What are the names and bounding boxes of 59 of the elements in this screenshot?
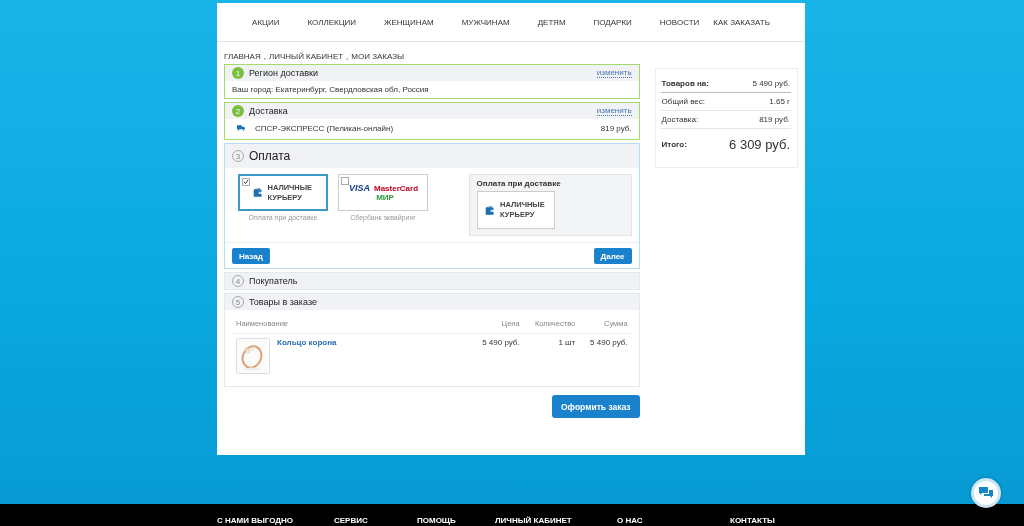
- breadcrumb-link[interactable]: ГЛАВНАЯ: [224, 51, 261, 61]
- summary-label: Доставка:: [661, 115, 699, 124]
- wallet-icon: [252, 188, 263, 197]
- nav-link[interactable]: ЖЕНЩИНАМ: [384, 17, 434, 27]
- footer-link[interactable]: С НАМИ ВЫГОДНО: [217, 516, 334, 525]
- nav-link[interactable]: ДЕТЯМ: [537, 17, 566, 27]
- product-link[interactable]: Кольцо корона: [277, 338, 337, 374]
- chat-icon: [979, 487, 993, 499]
- table-cell: 1 шт: [558, 338, 576, 347]
- footer-link[interactable]: КОНТАКТЫ: [730, 516, 775, 525]
- nav-link[interactable]: ПОДАРКИ: [593, 17, 632, 27]
- delivery-service: СПСР-ЭКСПРЕСС (Пеликан-онлайн): [255, 123, 395, 133]
- footer-link[interactable]: СЕРВИС: [334, 516, 417, 525]
- summary-value: 5 490 руб.: [752, 79, 790, 88]
- nav-link[interactable]: КОЛЛЕКЦИИ: [307, 17, 357, 27]
- total-value: 6 309 руб.: [729, 136, 790, 152]
- summary-value: 819 руб.: [759, 115, 790, 124]
- chat-button[interactable]: [971, 478, 1001, 508]
- checkbox[interactable]: [341, 177, 349, 185]
- city-text: Ваш город: Екатеринбург, Свердловская обл, Россия: [232, 84, 429, 94]
- step-title: Регион доставки: [249, 68, 319, 78]
- table-cell: 5 490 руб.: [482, 338, 520, 347]
- breadcrumb-separator: ,: [263, 51, 266, 61]
- back-button[interactable]: Назад: [232, 248, 270, 264]
- step-title: Доставка: [249, 106, 289, 116]
- truck-icon: [237, 125, 245, 131]
- change-link[interactable]: изменить: [596, 106, 632, 116]
- footer-link[interactable]: О НАС: [617, 516, 730, 525]
- panel-title: Оплата при доставке: [476, 179, 561, 188]
- summary-label: Товаров на:: [661, 79, 709, 88]
- mir-logo: МИР: [376, 193, 394, 202]
- step-title: Оплата: [249, 149, 292, 163]
- summary-value: 1.65 г: [769, 97, 790, 106]
- summary-label: Общий вес:: [661, 97, 705, 106]
- total-label: Итого:: [661, 139, 687, 149]
- payment-option[interactable]: VISA MasterCard МИР: [338, 174, 428, 211]
- mastercard-logo: MasterCard: [373, 183, 419, 193]
- place-order-button[interactable]: Оформить заказ: [551, 395, 640, 418]
- product-thumbnail[interactable]: [236, 338, 270, 374]
- step-title: Товары в заказе: [249, 297, 318, 307]
- nav-link[interactable]: МУЖЧИНАМ: [461, 17, 510, 27]
- table-cell: 5 490 руб.: [590, 338, 628, 347]
- step-number-icon: 1: [232, 67, 244, 79]
- wallet-icon: [485, 205, 496, 215]
- nav-link[interactable]: НОВОСТИ: [659, 17, 700, 27]
- step-number-icon: 2: [232, 105, 244, 117]
- breadcrumb-link[interactable]: ЛИЧНЫЙ КАБИНЕТ: [268, 51, 344, 61]
- footer-link[interactable]: ЛИЧНЫЙ КАБИНЕТ: [495, 516, 617, 525]
- nav-link[interactable]: АКЦИИ: [252, 17, 280, 27]
- visa-logo: VISA: [349, 183, 370, 193]
- change-link[interactable]: изменить: [596, 68, 632, 78]
- breadcrumb-link[interactable]: МОИ ЗАКАЗЫ: [351, 51, 405, 61]
- breadcrumb-separator: ,: [346, 51, 349, 61]
- step-title: Покупатель: [249, 276, 299, 286]
- next-button[interactable]: Далее: [593, 248, 632, 264]
- checkbox[interactable]: [242, 178, 250, 186]
- nav-link[interactable]: КАК ЗАКАЗАТЬ: [713, 17, 770, 27]
- delivery-price: 819 руб.: [600, 123, 632, 133]
- footer-link[interactable]: ПОМОЩЬ: [417, 516, 495, 525]
